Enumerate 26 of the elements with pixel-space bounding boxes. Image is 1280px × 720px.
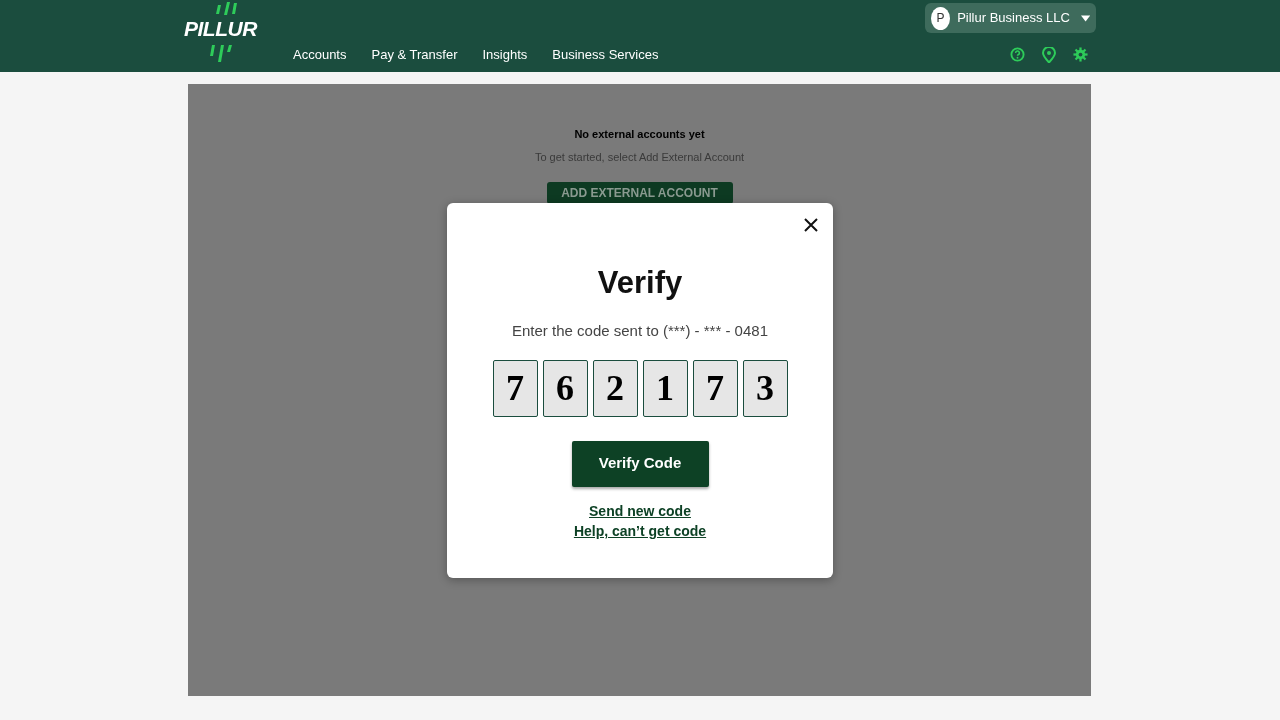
logo[interactable]: PILLUR	[182, 0, 264, 64]
close-icon[interactable]	[803, 217, 819, 233]
nav-link[interactable]: Accounts	[293, 45, 347, 65]
empty-state-title: No external accounts yet	[574, 127, 705, 142]
location-pin-icon[interactable]	[1042, 47, 1056, 63]
account-menu-button[interactable]: P Pillur Business LLC	[925, 3, 1096, 33]
dialog-title: Verify	[597, 267, 683, 298]
dialog-link[interactable]: Help, can’t get code	[573, 523, 707, 541]
code-digit-field[interactable]: 1	[642, 359, 688, 417]
code-digit-field[interactable]: 7	[692, 359, 738, 417]
dialog-link[interactable]: Send new code	[589, 502, 691, 520]
nav-link[interactable]: Pay & Transfer	[371, 45, 458, 65]
dialog-message: Enter the code sent to (***) - *** - 0481	[512, 321, 768, 341]
nav-link[interactable]: Insights	[482, 45, 528, 65]
settings-icon[interactable]	[1073, 47, 1088, 62]
code-digit-field[interactable]: 2	[592, 359, 638, 417]
help-icon[interactable]	[1010, 47, 1025, 62]
verify-code-button[interactable]: Verify Code	[571, 440, 709, 487]
caret-icon	[1080, 14, 1090, 22]
code-digit-field[interactable]: 7	[492, 359, 538, 417]
add-external-account-button[interactable]: ADD EXTERNAL ACCOUNT	[546, 182, 733, 204]
avatar: P	[931, 6, 951, 30]
code-digit-field[interactable]: 6	[542, 359, 588, 417]
empty-state-subtitle: To get started, select Add External Account	[534, 149, 745, 165]
nav-link[interactable]: Business Services	[552, 45, 659, 65]
code-digit-field[interactable]: 3	[742, 359, 788, 417]
